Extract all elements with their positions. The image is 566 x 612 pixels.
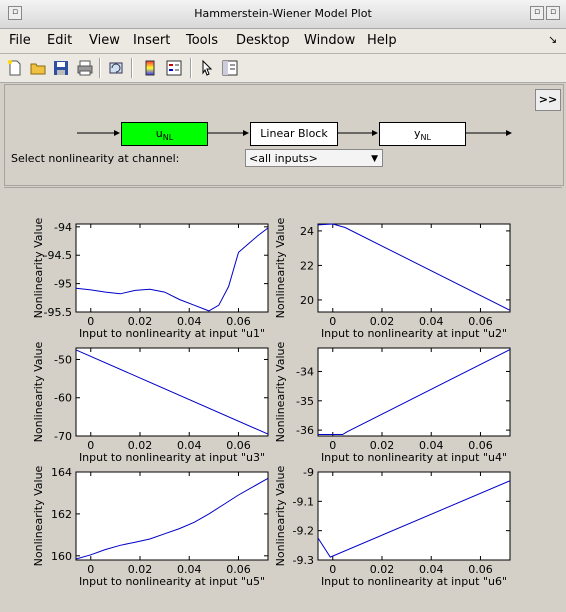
linear-block[interactable]: Linear Block: [250, 122, 338, 146]
open-icon[interactable]: [29, 59, 47, 77]
menu-bar: File Edit View Insert Tools Desktop Wind…: [0, 29, 566, 54]
y-tick-label: -95.5: [44, 306, 72, 319]
output-nonlinearity-block[interactable]: yNL: [379, 122, 466, 146]
menu-file[interactable]: File: [9, 33, 31, 48]
menu-view[interactable]: View: [89, 33, 120, 48]
nonlinearity-plots: 0 0.02 0.04 0.06-94-94.5-95-95.5Input to no…: [32, 217, 511, 588]
toolbar-separator: [190, 58, 192, 78]
menu-help[interactable]: Help: [367, 33, 397, 48]
y-axis-label: Nonlinearity Value: [274, 217, 287, 318]
minimize-icon[interactable]: ▫: [530, 6, 544, 20]
y-tick-label: -35: [296, 395, 314, 408]
menu-insert[interactable]: Insert: [133, 33, 170, 48]
y-tick-label: -50: [54, 353, 72, 366]
menu-desktop[interactable]: Desktop: [236, 33, 290, 48]
model-diagram-panel: >> uNL Linear Block yNL Select nonlinear…: [4, 84, 564, 186]
y-tick-label: 164: [51, 466, 72, 479]
title-bar: Hammerstein-Wiener Model Plot ▫ ▫ ▫: [0, 0, 566, 29]
plot-1: 0 0.02 0.04 0.06-94-94.5-95-95.5Input to no…: [32, 217, 269, 340]
y-tick-label: -9: [303, 466, 314, 479]
x-axis-label: Input to nonlinearity at input "u2": [321, 327, 507, 340]
x-axis-label: Input to nonlinearity at input "u3": [79, 451, 265, 464]
maximize-icon[interactable]: ▫: [546, 6, 560, 20]
x-axis-label: Input to nonlinearity at input "u1": [79, 327, 265, 340]
y-axis-label: Nonlinearity Value: [32, 217, 45, 318]
plot-area: [317, 223, 511, 313]
select-channel-label: Select nonlinearity at channel:: [11, 152, 180, 165]
input-nonlinearity-block[interactable]: uNL: [121, 122, 208, 146]
menu-edit[interactable]: Edit: [47, 33, 72, 48]
rotate-icon[interactable]: [107, 59, 125, 77]
toolbar-separator: [99, 58, 101, 78]
new-icon[interactable]: [6, 59, 24, 77]
y-axis-label: Nonlinearity Value: [274, 341, 287, 442]
plots-panel: 0 0.02 0.04 0.06 -94 -94.5 -95 -95.5 Input to no…: [4, 187, 562, 608]
window-menu-icon[interactable]: ▫: [8, 6, 22, 20]
plot-6: 0 0.02 0.04 0.06-9-9.1-9.2-9.3Input to nonl…: [274, 465, 511, 588]
colorbar-icon[interactable]: [141, 59, 159, 77]
dock-icon[interactable]: ↘: [548, 33, 557, 46]
pointer-icon[interactable]: [198, 59, 216, 77]
plot-3: 0 0.02 0.04 0.06-50-60-70Input to nonlinear…: [32, 341, 269, 464]
y-tick-label: -94: [54, 221, 72, 234]
chevron-down-icon: ▼: [371, 154, 378, 164]
y-tick-label: 22: [300, 259, 314, 272]
plot-area: [317, 471, 511, 561]
y-axis-label: Nonlinearity Value: [32, 465, 45, 566]
y-axis-label: Nonlinearity Value: [32, 341, 45, 442]
y-tick-label: 24: [300, 225, 314, 238]
x-axis-label: Input to nonlinearity at input "u6": [321, 575, 507, 588]
window-title: Hammerstein-Wiener Model Plot: [194, 7, 372, 20]
y-axis-label: Nonlinearity Value: [274, 465, 287, 566]
y-tick-label: 20: [300, 294, 314, 307]
y-tick-label: 162: [51, 508, 72, 521]
channel-select[interactable]: <all inputs> ▼: [245, 149, 383, 167]
plot-area: [75, 471, 269, 561]
y-tick-label: -36: [296, 424, 314, 437]
plot-2: 0 0.02 0.04 0.06242220Input to nonlinearity…: [274, 217, 511, 340]
menu-tools[interactable]: Tools: [186, 33, 218, 48]
y-tick-label: -9.2: [293, 525, 314, 538]
x-axis-label: Input to nonlinearity at input "u4": [321, 451, 507, 464]
toolbar: [0, 54, 566, 83]
plot-4: 0 0.02 0.04 0.06-34-35-36Input to nonlinear…: [274, 341, 511, 464]
plot-area: [75, 223, 269, 313]
plot-5: 0 0.02 0.04 0.06164162160Input to nonlinear…: [32, 465, 269, 588]
menu-window[interactable]: Window: [304, 33, 355, 48]
y-tick-label: -70: [54, 430, 72, 443]
save-icon[interactable]: [52, 59, 70, 77]
toolbar-separator: [131, 58, 133, 78]
y-tick-label: -34: [296, 365, 314, 378]
y-tick-label: -95: [54, 278, 72, 291]
y-tick-label: 160: [51, 550, 72, 563]
y-tick-label: -9.3: [293, 554, 314, 567]
print-icon[interactable]: [76, 59, 94, 77]
plottools-icon[interactable]: [221, 59, 239, 77]
plot-area: [317, 347, 511, 437]
y-tick-label: -60: [54, 392, 72, 405]
legend-icon[interactable]: [165, 59, 183, 77]
y-tick-label: -9.1: [293, 495, 314, 508]
x-axis-label: Input to nonlinearity at input "u5": [79, 575, 265, 588]
y-tick-label: -94.5: [44, 249, 72, 262]
